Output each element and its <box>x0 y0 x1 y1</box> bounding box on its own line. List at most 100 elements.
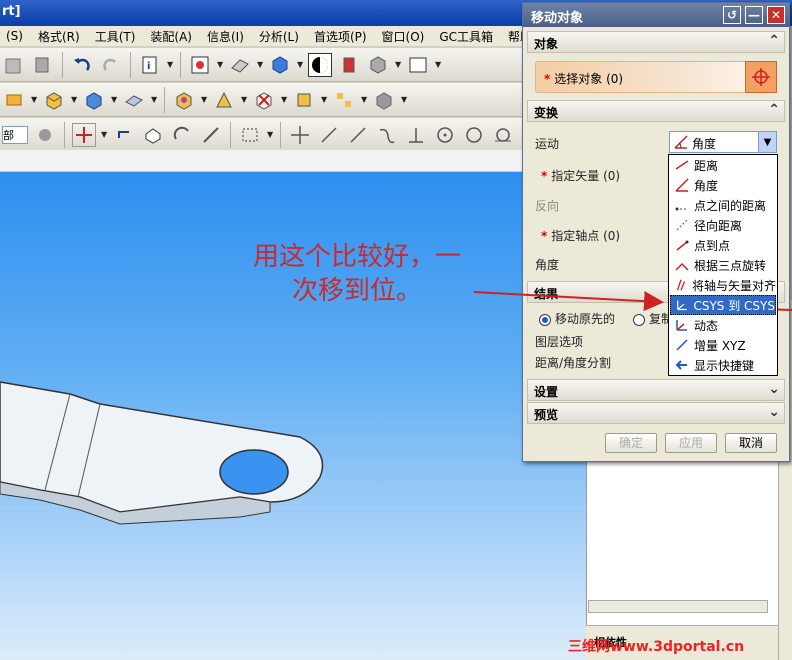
dropdown-arrow-icon[interactable]: ▼ <box>267 130 273 139</box>
curve-icon[interactable] <box>375 123 399 147</box>
menu-item-format[interactable]: 格式(R) <box>32 28 89 45</box>
tangent-icon[interactable] <box>491 123 515 147</box>
menu-item-gc-toolbox[interactable]: GC工具箱 <box>433 28 502 45</box>
undo-icon[interactable] <box>70 53 94 77</box>
menu-item-assembly[interactable]: 装配(A) <box>144 28 201 45</box>
trim-body-icon[interactable] <box>252 88 276 112</box>
rotate-tool-icon[interactable] <box>170 123 194 147</box>
layer-combo[interactable]: 部 <box>2 125 28 144</box>
chevron-down-icon[interactable]: ▼ <box>758 132 776 152</box>
menu-item-tools[interactable]: 工具(T) <box>89 28 145 45</box>
motion-option-csys-to-csys[interactable]: CSYS 到 CSYS <box>670 295 776 315</box>
dropdown-arrow-icon[interactable]: ▼ <box>31 95 37 104</box>
dropdown-arrow-icon[interactable]: ▼ <box>101 130 107 139</box>
edge-blend-icon[interactable] <box>212 88 236 112</box>
plane-icon[interactable] <box>122 88 146 112</box>
motion-select[interactable]: 角度 ▼ <box>669 131 777 153</box>
cancel-button[interactable]: 取消 <box>725 433 777 453</box>
dropdown-arrow-icon[interactable]: ▼ <box>111 95 117 104</box>
perpendicular-icon[interactable] <box>404 123 428 147</box>
dropdown-arrow-icon[interactable]: ▼ <box>71 95 77 104</box>
render-style-icon[interactable] <box>308 52 332 77</box>
circle-center-icon[interactable] <box>462 123 486 147</box>
preview-section-header[interactable]: 预览 ⌄ <box>527 402 785 424</box>
expand-icon[interactable]: ⌄ <box>768 404 780 420</box>
box-select-icon[interactable] <box>141 123 165 147</box>
offset-face-icon[interactable] <box>292 88 316 112</box>
scale-tool-icon[interactable] <box>199 123 223 147</box>
minimize-icon[interactable]: — <box>745 6 763 24</box>
return-icon[interactable] <box>112 123 136 147</box>
copy-original-radio[interactable]: 复制 <box>633 310 673 327</box>
dropdown-arrow-icon[interactable]: ▼ <box>217 60 223 69</box>
circle-point-icon[interactable] <box>433 123 457 147</box>
menu-item-window[interactable]: 窗口(O) <box>376 28 434 45</box>
redo-icon[interactable] <box>99 53 123 77</box>
dropdown-arrow-icon[interactable]: ▼ <box>297 60 303 69</box>
dropdown-arrow-icon[interactable]: ▼ <box>241 95 247 104</box>
ok-button[interactable]: 确定 <box>605 433 657 453</box>
specify-vector-label[interactable]: * 指定矢量 (0) <box>541 167 620 184</box>
dropdown-arrow-icon[interactable]: ▼ <box>435 60 441 69</box>
background-icon[interactable] <box>406 53 430 77</box>
extrude-icon[interactable] <box>2 88 26 112</box>
motion-option-radial-distance[interactable]: 径向距离 <box>670 215 776 235</box>
move-icon[interactable] <box>288 123 312 147</box>
layer-settings-icon[interactable] <box>33 123 57 147</box>
paste-icon[interactable] <box>2 53 26 77</box>
menu-item-analysis[interactable]: 分析(L) <box>253 28 308 45</box>
line-icon-2[interactable] <box>346 123 370 147</box>
collapse-icon[interactable]: ⌃ <box>768 33 780 49</box>
select-object-button[interactable] <box>745 61 777 93</box>
pattern-icon[interactable] <box>332 88 356 112</box>
dropdown-arrow-icon[interactable]: ▼ <box>401 95 407 104</box>
menu-item-s[interactable]: (S) <box>0 29 32 43</box>
horizontal-scrollbar[interactable] <box>588 600 768 613</box>
motion-option-three-point-rotate[interactable]: 根据三点旋转 <box>670 255 776 275</box>
specify-pivot-label[interactable]: * 指定轴点 (0) <box>541 227 620 244</box>
dropdown-arrow-icon[interactable]: ▼ <box>281 95 287 104</box>
menu-item-preferences[interactable]: 首选项(P) <box>308 28 376 45</box>
view-orient-icon[interactable] <box>228 53 252 77</box>
motion-option-point-distance[interactable]: 点之间的距离 <box>670 195 776 215</box>
transform-section-header[interactable]: 变换 ⌃ <box>527 100 785 122</box>
motion-option-distance[interactable]: 距离 <box>670 155 776 175</box>
motion-option-dynamic[interactable]: 动态 <box>670 315 776 335</box>
dropdown-arrow-icon[interactable]: ▼ <box>395 60 401 69</box>
dropdown-arrow-icon[interactable]: ▼ <box>201 95 207 104</box>
section-view-icon[interactable] <box>337 53 361 77</box>
motion-option-show-shortcuts[interactable]: 显示快捷键 <box>670 355 776 375</box>
shaded-view-icon[interactable] <box>268 53 292 77</box>
motion-option-align-axis[interactable]: 将轴与矢量对齐 <box>670 275 776 295</box>
menu-item-info[interactable]: 信息(I) <box>201 28 253 45</box>
move-original-radio[interactable]: 移动原先的 <box>539 310 615 327</box>
apply-button[interactable]: 应用 <box>665 433 717 453</box>
dropdown-arrow-icon[interactable]: ▼ <box>151 95 157 104</box>
rectangle-select-icon[interactable] <box>238 123 262 147</box>
feature-block-icon[interactable] <box>42 88 66 112</box>
select-object-field[interactable]: * 选择对象 (0) <box>535 61 775 93</box>
motion-option-point-to-point[interactable]: 点到点 <box>670 235 776 255</box>
fit-view-icon[interactable] <box>188 53 212 77</box>
line-icon[interactable] <box>317 123 341 147</box>
info-icon[interactable]: i <box>138 53 162 77</box>
solid-gray-icon[interactable] <box>372 88 396 112</box>
reset-icon[interactable]: ↺ <box>723 6 741 24</box>
object-section-header[interactable]: 对象 ⌃ <box>527 31 785 53</box>
dropdown-arrow-icon[interactable]: ▼ <box>167 60 173 69</box>
dropdown-arrow-icon[interactable]: ▼ <box>361 95 367 104</box>
motion-option-angle[interactable]: 角度 <box>670 175 776 195</box>
reverse-direction-label[interactable]: 反向 <box>535 197 559 214</box>
settings-section-header[interactable]: 设置 ⌄ <box>527 379 785 401</box>
collapse-icon[interactable]: ⌃ <box>768 102 780 118</box>
close-icon[interactable]: ✕ <box>767 6 785 24</box>
snap-point-icon[interactable] <box>72 122 96 147</box>
dropdown-arrow-icon[interactable]: ▼ <box>257 60 263 69</box>
copy-icon[interactable] <box>31 53 55 77</box>
material-icon[interactable] <box>366 53 390 77</box>
motion-option-delta-xyz[interactable]: 增量 XYZ <box>670 335 776 355</box>
block-icon[interactable] <box>82 88 106 112</box>
expand-icon[interactable]: ⌄ <box>768 381 780 397</box>
unite-icon[interactable] <box>172 88 196 112</box>
dropdown-arrow-icon[interactable]: ▼ <box>321 95 327 104</box>
